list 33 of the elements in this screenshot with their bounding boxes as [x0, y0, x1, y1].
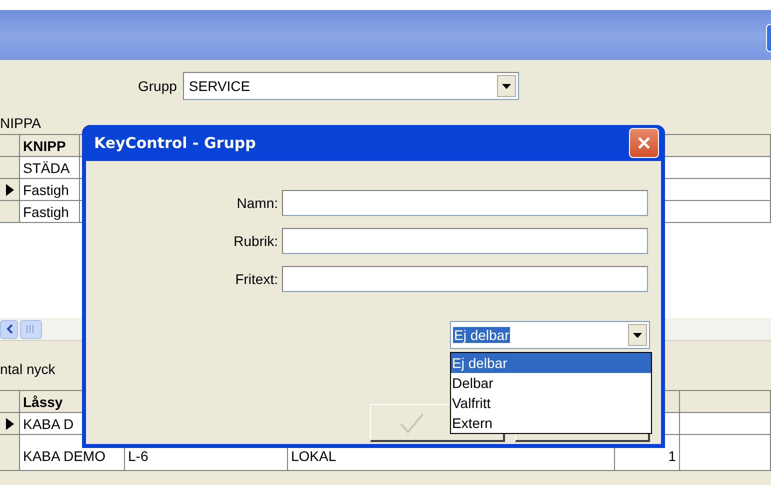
scroll-left-button[interactable] [0, 320, 18, 338]
field-label: Fritext: [234, 271, 278, 287]
field-label: Namn: [236, 195, 278, 211]
field-label: Rubrik: [232, 233, 278, 249]
caret-icon [633, 332, 642, 338]
close-button[interactable] [629, 128, 659, 158]
table-cell: Fastigh [20, 179, 80, 201]
scroll-thumb[interactable] [20, 320, 42, 338]
section-label: ntal nyck [0, 360, 56, 379]
dropdown-button[interactable] [628, 324, 647, 346]
input-field[interactable] [282, 266, 648, 292]
group-dropdown[interactable]: SERVICE [182, 72, 519, 100]
dialog-title: KeyControl - Grupp [94, 134, 256, 152]
row-selector[interactable] [0, 179, 20, 201]
table-cell: Fastigh [20, 201, 80, 223]
grip-icon [26, 325, 36, 333]
table-cell: STÄDA [20, 157, 80, 179]
input-field[interactable] [282, 228, 648, 254]
dropdown-option[interactable]: Ej delbar [451, 353, 651, 373]
close-icon [637, 136, 651, 150]
input-field[interactable] [282, 190, 648, 216]
caret-icon [502, 84, 511, 88]
column-header[interactable] [680, 391, 771, 413]
column-header[interactable]: KNIPP [20, 135, 80, 157]
row-selector[interactable] [0, 413, 20, 435]
chevron-left-icon [6, 324, 12, 334]
dropdown-button[interactable] [496, 75, 516, 97]
field-label: Grupp [138, 78, 177, 94]
type-dropdown[interactable]: Ej delbar [450, 321, 650, 349]
section-label: NIPPA [0, 114, 41, 133]
checkmark-icon [399, 412, 425, 434]
row-pointer-icon [6, 418, 14, 430]
row-pointer-icon [6, 184, 14, 196]
